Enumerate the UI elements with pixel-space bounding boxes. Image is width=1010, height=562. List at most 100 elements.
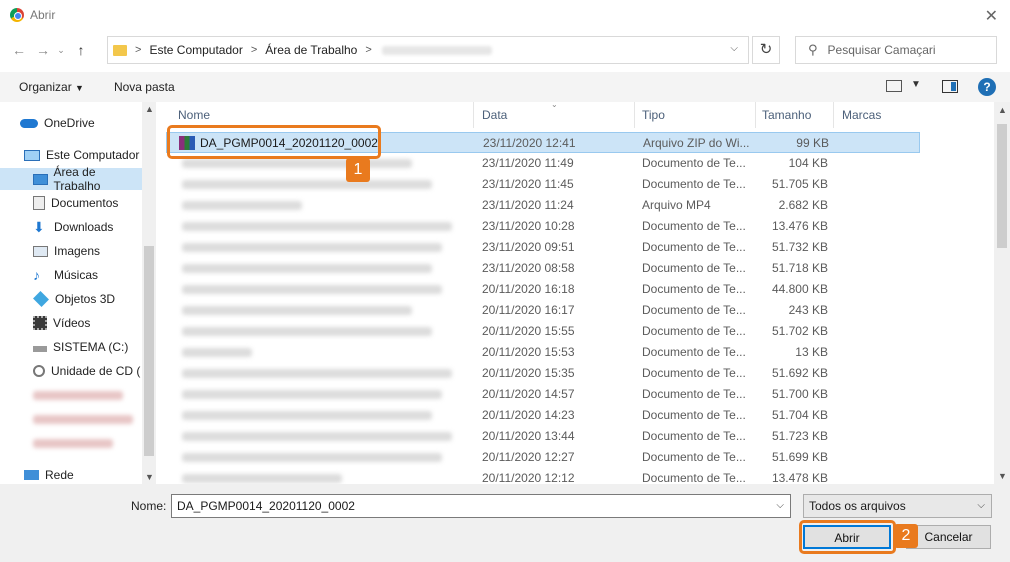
sidebar-item-area-de-trabalho[interactable]: Área de Trabalho xyxy=(0,165,142,193)
file-type: Documento de Te... xyxy=(642,471,746,484)
music-icon: ♪ xyxy=(33,267,40,283)
file-row[interactable]: 20/11/2020 12:27 Documento de Te... 51.699… xyxy=(166,447,920,468)
chevron-down-icon[interactable]: ⌵ xyxy=(977,495,985,517)
organize-button[interactable]: Organizar ▼ xyxy=(19,80,84,94)
file-row[interactable]: 20/11/2020 14:23 Documento de Te... 51.704… xyxy=(166,405,920,426)
sidebar-item-label: Documentos xyxy=(51,196,119,210)
forward-arrow-icon[interactable]: → xyxy=(32,42,54,58)
sidebar-item-unidade-de-cd[interactable]: Unidade de CD ( xyxy=(33,360,142,382)
scroll-down-icon[interactable]: ▼ xyxy=(998,471,1007,481)
file-size: 51.704 KB xyxy=(771,408,828,422)
recent-locations-chevron-icon[interactable]: ⌄ xyxy=(54,45,68,56)
file-date: 20/11/2020 14:23 xyxy=(482,408,575,422)
file-row[interactable]: 20/11/2020 13:44 Documento de Te... 51.723… xyxy=(166,426,920,447)
address-bar[interactable]: > Este Computador > Área de Trabalho > ⌵ xyxy=(107,36,749,64)
sidebar-item-documentos[interactable]: Documentos xyxy=(33,192,142,214)
file-type: Documento de Te... xyxy=(642,324,746,338)
column-header-type[interactable]: Tipo xyxy=(622,102,756,128)
redacted-file-name xyxy=(182,243,442,252)
scrollbar-thumb[interactable] xyxy=(144,246,154,456)
column-header-size[interactable]: Tamanho xyxy=(742,102,834,128)
file-type: Documento de Te... xyxy=(642,387,746,401)
sidebar-item-sistema-c[interactable]: SISTEMA (C:) xyxy=(33,336,142,358)
cloud-icon xyxy=(20,118,38,128)
file-row[interactable]: 20/11/2020 16:17 Documento de Te... 243 KB xyxy=(166,300,920,321)
chevron-right-icon[interactable]: > xyxy=(365,44,371,56)
column-header-date[interactable]: Data xyxy=(462,102,635,128)
file-list-scrollbar[interactable]: ▲ ▼ xyxy=(994,102,1010,484)
callout-badge-1: 1 xyxy=(346,158,370,182)
new-folder-button[interactable]: Nova pasta xyxy=(114,80,175,94)
help-icon[interactable]: ? xyxy=(978,78,996,96)
file-row[interactable]: 23/11/2020 10:28 Documento de Te... 13.476… xyxy=(166,216,920,237)
sidebar-item-redacted[interactable] xyxy=(33,408,142,430)
file-row[interactable]: 20/11/2020 15:53 Documento de Te... 13 KB xyxy=(166,342,920,363)
column-header-tags[interactable]: Marcas xyxy=(822,102,912,128)
scroll-down-icon[interactable]: ▼ xyxy=(145,472,154,482)
file-date: 23/11/2020 08:58 xyxy=(482,261,575,275)
sidebar-item-rede[interactable]: Rede xyxy=(24,464,142,486)
back-arrow-icon[interactable]: ← xyxy=(8,42,30,58)
search-box[interactable]: ⚲ Pesquisar Camaçari xyxy=(795,36,997,64)
sidebar-item-imagens[interactable]: Imagens xyxy=(33,240,142,262)
redacted-file-name xyxy=(182,327,432,336)
sidebar-item-videos[interactable]: Vídeos xyxy=(33,312,142,334)
sidebar-item-redacted[interactable] xyxy=(33,432,142,454)
file-row[interactable]: 23/11/2020 09:51 Documento de Te... 51.732… xyxy=(166,237,920,258)
sidebar-item-este-computador[interactable]: Este Computador xyxy=(24,144,142,166)
file-name-input[interactable]: DA_PGMP0014_20201120_0002 ⌵ xyxy=(171,494,791,518)
file-date: 23/11/2020 10:28 xyxy=(482,219,575,233)
cancel-button[interactable]: Cancelar xyxy=(906,525,991,549)
chevron-down-icon[interactable]: ⌵ xyxy=(776,495,784,517)
file-row[interactable]: 20/11/2020 16:18 Documento de Te... 44.800… xyxy=(166,279,920,300)
file-date: 20/11/2020 15:55 xyxy=(482,324,575,338)
file-size: 51.705 KB xyxy=(771,177,828,191)
file-type: Arquivo ZIP do Wi... xyxy=(643,136,750,150)
view-options-icon[interactable] xyxy=(886,80,902,92)
file-row[interactable]: 23/11/2020 11:45 Documento de Te... 51.705… xyxy=(166,174,920,195)
file-date: 23/11/2020 11:49 xyxy=(482,156,574,170)
refresh-button[interactable]: ↻ xyxy=(752,36,780,64)
sidebar-item-redacted[interactable] xyxy=(33,384,142,406)
breadcrumb-area-de-trabalho[interactable]: Área de Trabalho xyxy=(265,43,357,57)
breadcrumb-este-computador[interactable]: Este Computador xyxy=(149,43,242,57)
file-row[interactable]: 20/11/2020 12:12 Documento de Te... 13.478… xyxy=(166,468,920,484)
file-date: 20/11/2020 12:12 xyxy=(482,471,575,484)
sidebar-item-musicas[interactable]: ♪ Músicas xyxy=(33,264,142,286)
file-type: Documento de Te... xyxy=(642,429,746,443)
file-row[interactable]: 20/11/2020 14:57 Documento de Te... 51.700… xyxy=(166,384,920,405)
chevron-right-icon[interactable]: > xyxy=(135,44,141,56)
drive-icon xyxy=(33,346,47,352)
sidebar-item-objetos-3d[interactable]: Objetos 3D xyxy=(33,288,142,310)
up-arrow-icon[interactable]: ↑ xyxy=(70,42,92,58)
callout-badge-2: 2 xyxy=(894,524,918,548)
file-size: 99 KB xyxy=(796,136,829,150)
scroll-up-icon[interactable]: ▲ xyxy=(998,105,1007,115)
file-row[interactable]: 20/11/2020 15:55 Documento de Te... 51.702… xyxy=(166,321,920,342)
scrollbar-thumb[interactable] xyxy=(997,124,1007,248)
preview-pane-icon[interactable] xyxy=(942,80,958,93)
command-bar: Organizar ▼ Nova pasta ▼ ? xyxy=(0,72,1010,102)
redacted-file-name xyxy=(182,180,432,189)
file-row[interactable]: 23/11/2020 11:24 Arquivo MP4 2.682 KB xyxy=(166,195,920,216)
sidebar-item-label: Músicas xyxy=(54,268,99,282)
sidebar-item-downloads[interactable]: ⬇ Downloads xyxy=(33,216,142,238)
sidebar-scrollbar[interactable]: ▲ ▼ xyxy=(142,102,156,484)
redacted-file-name xyxy=(182,348,252,357)
close-icon[interactable]: ✕ xyxy=(985,6,998,26)
file-type: Documento de Te... xyxy=(642,177,746,191)
scroll-up-icon[interactable]: ▲ xyxy=(145,104,154,114)
computer-icon xyxy=(24,149,40,161)
file-type-select[interactable]: Todos os arquivos ⌵ xyxy=(803,494,992,518)
file-row[interactable]: 23/11/2020 08:58 Documento de Te... 51.718… xyxy=(166,258,920,279)
sidebar-item-onedrive[interactable]: OneDrive xyxy=(20,112,142,134)
redacted-file-name xyxy=(182,159,412,168)
chevron-down-icon[interactable]: ⌵ xyxy=(730,43,738,54)
chevron-down-icon[interactable]: ▼ xyxy=(911,79,921,90)
file-row[interactable]: 20/11/2020 15:35 Documento de Te... 51.692… xyxy=(166,363,920,384)
file-date: 20/11/2020 12:27 xyxy=(482,450,575,464)
file-size: 2.682 KB xyxy=(778,198,828,212)
file-name-value: DA_PGMP0014_20201120_0002 xyxy=(177,499,355,513)
chevron-right-icon[interactable]: > xyxy=(251,44,257,56)
file-size: 13 KB xyxy=(795,345,828,359)
